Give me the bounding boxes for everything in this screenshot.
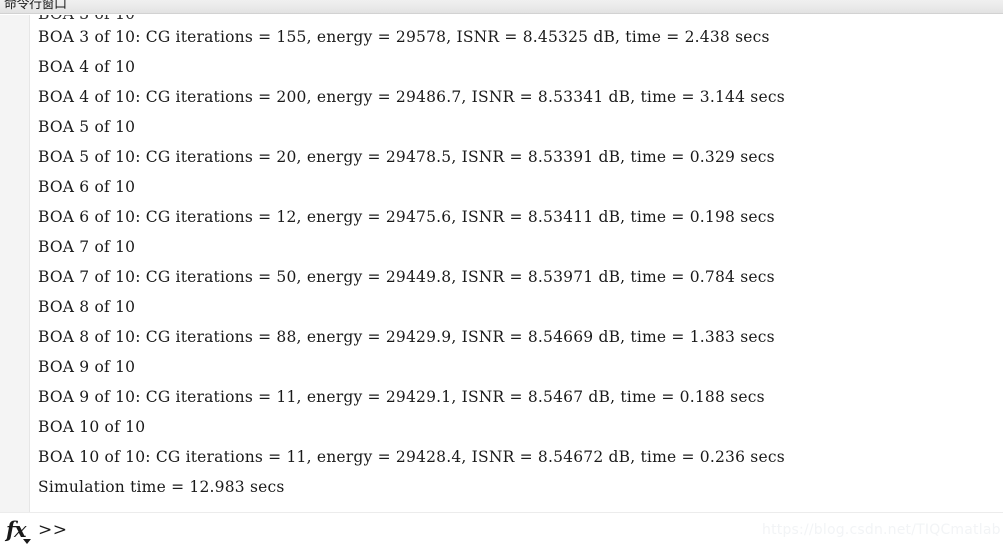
console-line: BOA 9 of 10 [38, 358, 136, 376]
console-output-area[interactable]: BOA 3 of 10 BOA 3 of 10: CG iterations =… [0, 15, 1003, 512]
chevron-down-icon[interactable] [23, 539, 31, 544]
console-line: BOA 7 of 10 [38, 238, 136, 256]
console-line: BOA 4 of 10: CG iterations = 200, energy… [38, 88, 785, 106]
console-line: BOA 3 of 10: CG iterations = 155, energy… [38, 28, 770, 46]
matlab-command-window: 命令行窗口 BOA 3 of 10 BOA 3 of 10: CG iterat… [0, 0, 1003, 546]
window-title: 命令行窗口 [4, 0, 67, 12]
console-line: BOA 10 of 10 [38, 418, 146, 436]
console-line: BOA 7 of 10: CG iterations = 50, energy … [38, 268, 775, 286]
console-line: BOA 10 of 10: CG iterations = 11, energy… [38, 448, 785, 466]
window-titlebar: 命令行窗口 [0, 0, 1003, 14]
console-line-list: BOA 3 of 10 BOA 3 of 10: CG iterations =… [38, 15, 1003, 512]
console-line: BOA 6 of 10 [38, 178, 136, 196]
console-line: BOA 8 of 10 [38, 298, 136, 316]
command-prompt-bar: fx >> [0, 512, 1003, 546]
console-line: BOA 5 of 10 [38, 118, 136, 136]
command-input[interactable] [64, 517, 1003, 543]
console-line: BOA 9 of 10: CG iterations = 11, energy … [38, 388, 765, 406]
console-left-gutter [0, 15, 30, 512]
console-line: BOA 6 of 10: CG iterations = 12, energy … [38, 208, 775, 226]
fx-icon[interactable]: fx [6, 517, 36, 544]
console-line: BOA 8 of 10: CG iterations = 88, energy … [38, 328, 775, 346]
console-line: Simulation time = 12.983 secs [38, 478, 285, 496]
console-line: BOA 4 of 10 [38, 58, 136, 76]
console-line: BOA 5 of 10: CG iterations = 20, energy … [38, 148, 775, 166]
